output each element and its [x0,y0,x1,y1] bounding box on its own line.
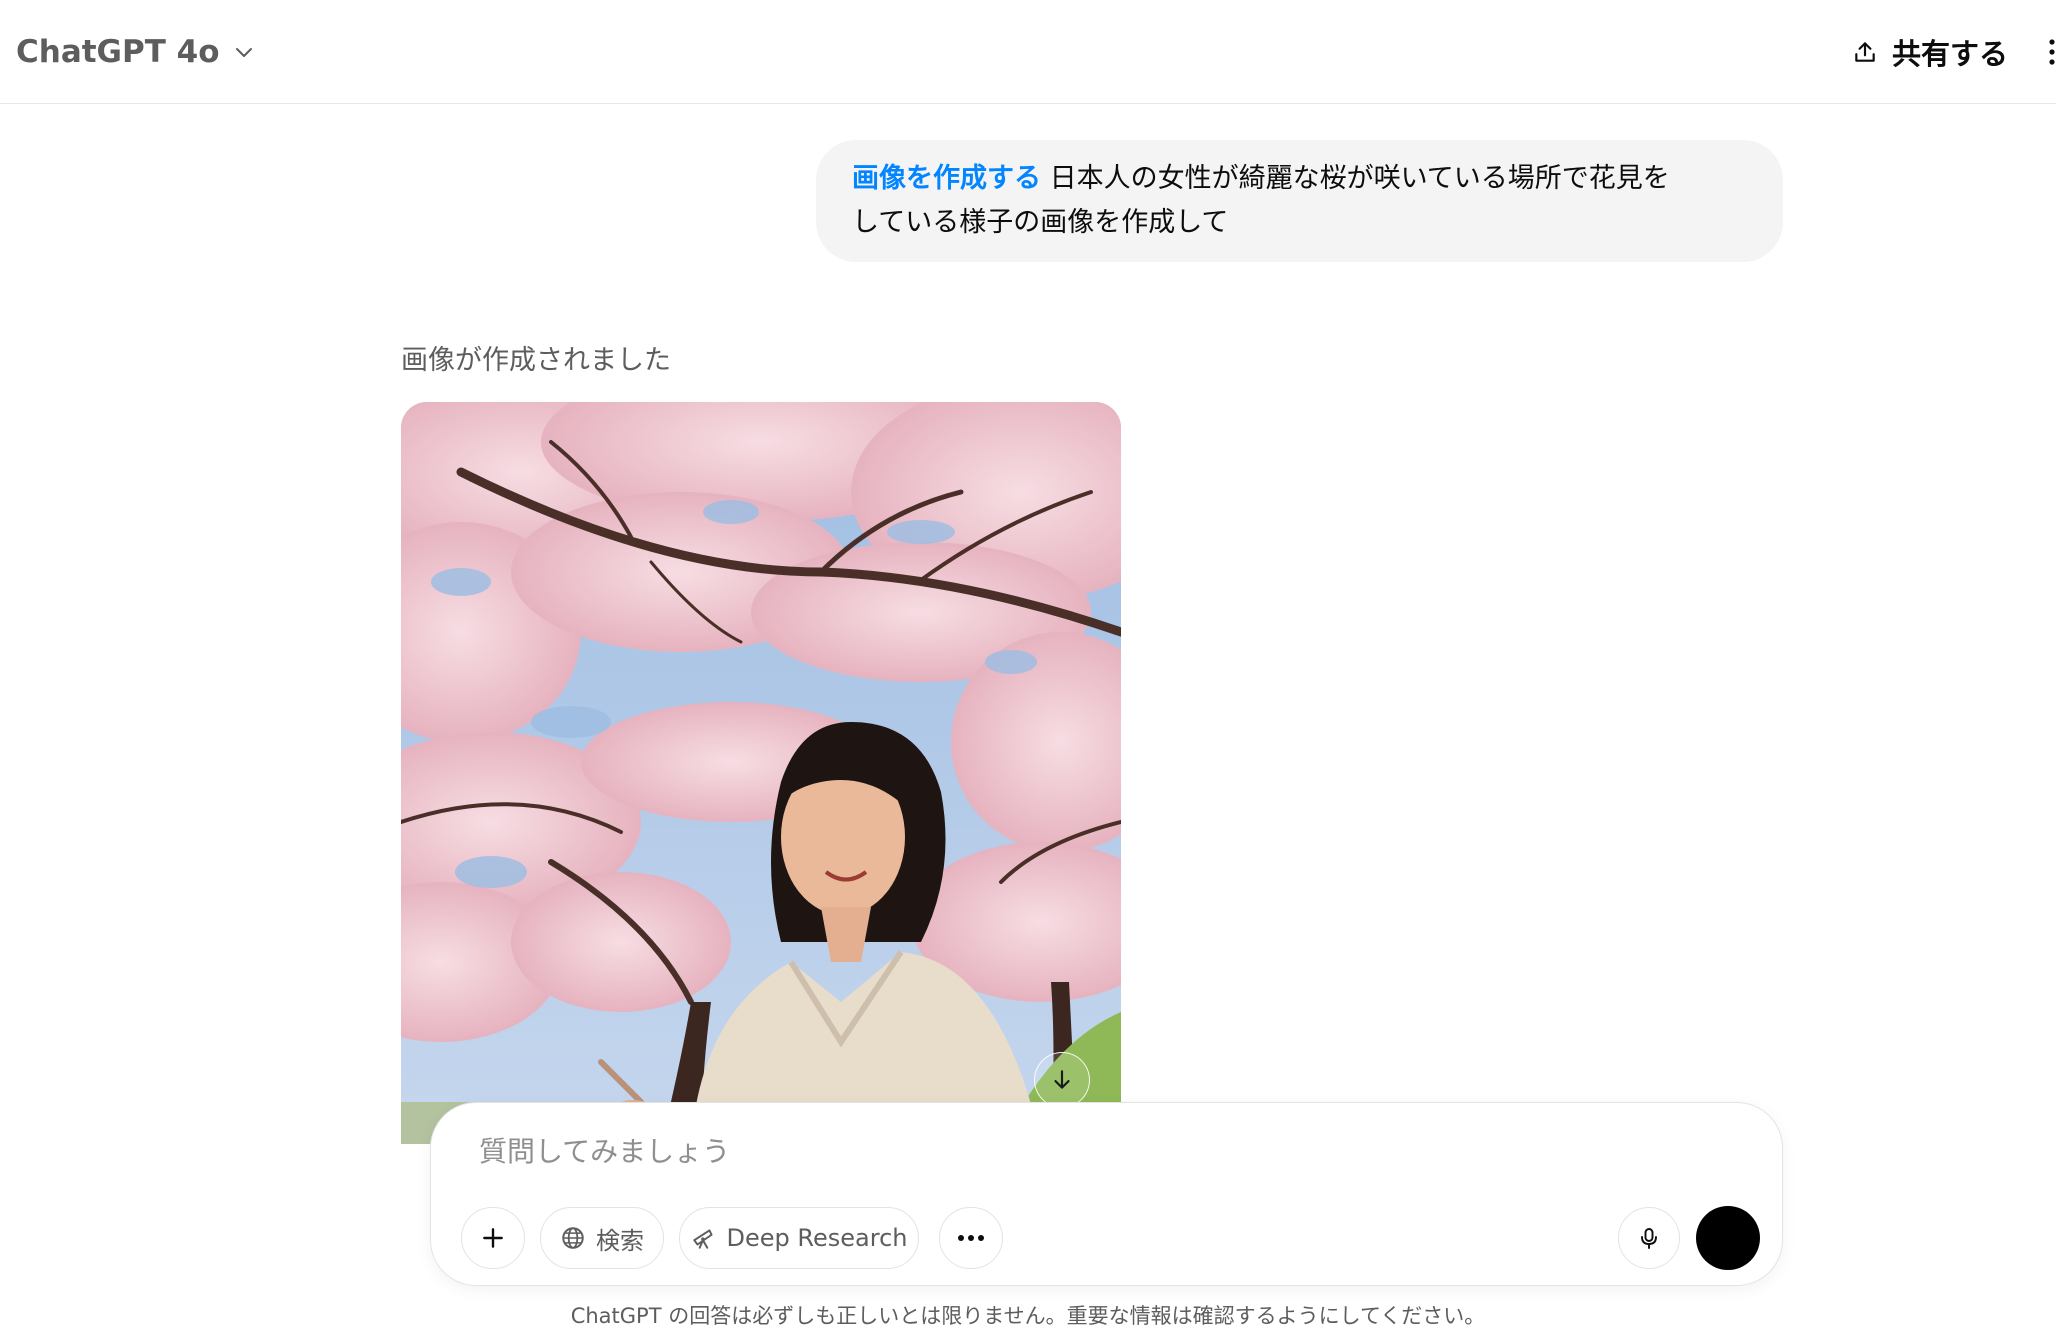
user-message-line2: している様子の画像を作成して [852,207,1229,238]
upload-icon [1855,42,1875,62]
globe-icon [562,1227,584,1249]
model-name: ChatGPT 4o [16,34,220,70]
disclaimer-text: ChatGPT の回答は必ずしも正しいとは限りません。重要な情報は確認するように… [570,1304,1486,1328]
download-arrow-icon [1054,1070,1070,1089]
cherry-blossom-woman-illustration [401,402,1121,1144]
dictate-button[interactable] [1618,1207,1680,1269]
chevron-down-icon [235,48,252,57]
message-composer: 検索 Deep Research [430,1102,1783,1286]
more-tools-button[interactable] [939,1207,1003,1269]
plus-icon [483,1228,503,1248]
deep-research-label: Deep Research [726,1224,908,1252]
download-image-button[interactable] [1034,1052,1090,1108]
search-label: 検索 [596,1226,644,1255]
share-button[interactable]: 共有する [1852,28,2008,76]
share-label: 共有する [1892,37,2009,71]
prompt-input[interactable] [479,1129,1679,1173]
search-button[interactable]: 検索 [540,1207,664,1269]
assistant-status-text: 画像が作成されました [401,345,671,376]
user-message-line1: 日本人の女性が綺麗な桜が咲いている場所で花見を [1041,163,1670,194]
image-tool-tag: 画像を作成する [852,163,1041,194]
voice-mode-button[interactable] [1696,1206,1760,1270]
add-attachment-button[interactable] [461,1207,525,1269]
telescope-icon [692,1229,713,1249]
microphone-icon [1641,1228,1657,1249]
ellipsis-icon [958,1235,984,1241]
user-message-bubble: 画像を作成する 日本人の女性が綺麗な桜が咲いている場所で花見を している様子の画… [816,140,1783,262]
deep-research-button[interactable]: Deep Research [679,1207,919,1269]
generated-image[interactable] [401,402,1121,1144]
options-menu-icon[interactable] [2048,38,2056,66]
model-switcher[interactable]: ChatGPT 4o [16,28,256,76]
top-header: ChatGPT 4o 共有する [0,0,2056,104]
